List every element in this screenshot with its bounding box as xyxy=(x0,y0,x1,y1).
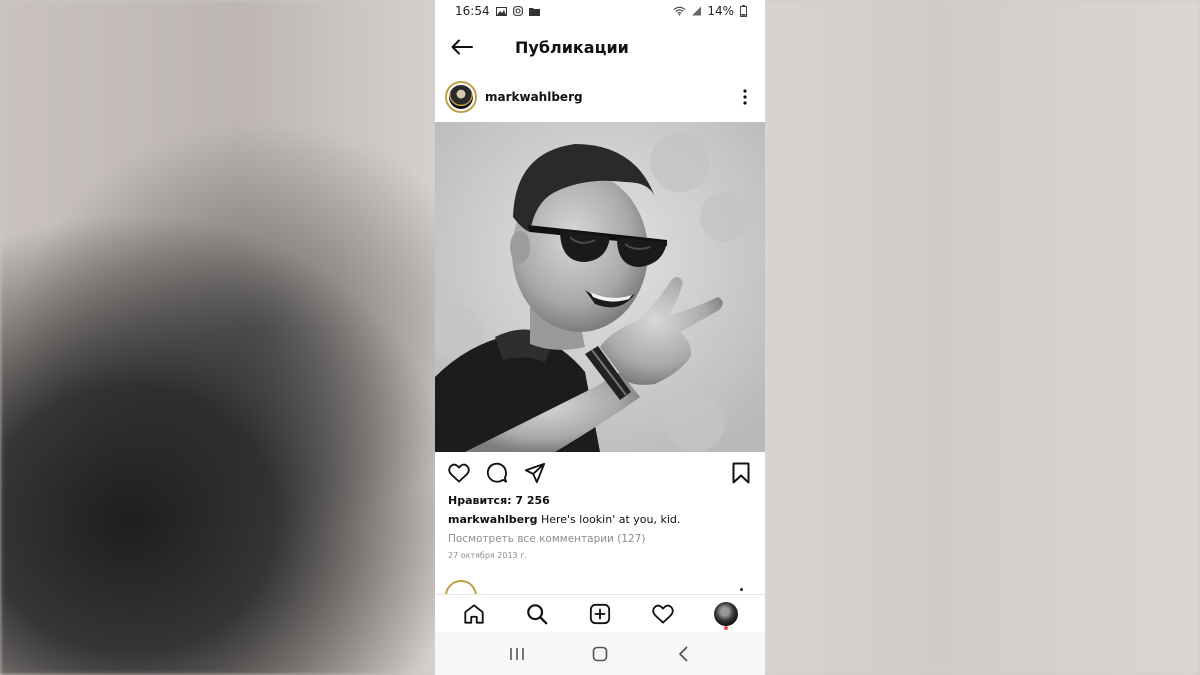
post-caption: markwahlberg Here's lookin' at you, kid. xyxy=(435,513,765,526)
next-post-more-icon xyxy=(740,588,743,591)
photo-illustration xyxy=(435,122,765,452)
caption-username[interactable]: markwahlberg xyxy=(448,513,537,526)
save-button[interactable] xyxy=(729,461,753,485)
nav-home-button[interactable] xyxy=(459,599,489,629)
comment-icon xyxy=(486,462,508,483)
comment-button[interactable] xyxy=(485,461,509,485)
like-button[interactable] xyxy=(447,461,471,485)
notification-dot xyxy=(723,625,728,630)
wifi-icon xyxy=(673,6,686,16)
home-icon xyxy=(464,603,485,624)
gallery-icon xyxy=(495,6,507,16)
chevron-left-icon xyxy=(679,646,688,661)
nav-profile-button[interactable] xyxy=(711,599,741,630)
back-system-button[interactable] xyxy=(668,639,698,669)
new-post-icon xyxy=(589,603,611,624)
profile-avatar xyxy=(713,601,738,626)
home-system-button[interactable] xyxy=(585,639,615,669)
nav-new-post-button[interactable] xyxy=(585,599,615,629)
share-button[interactable] xyxy=(523,461,547,485)
back-button[interactable] xyxy=(449,34,475,60)
heart-icon xyxy=(448,463,470,483)
nav-search-button[interactable] xyxy=(522,599,552,629)
next-post-peek xyxy=(445,580,755,594)
post-header: markwahlberg xyxy=(435,72,765,122)
post-date: 27 октября 2013 г. xyxy=(448,551,527,560)
likes-count[interactable]: Нравится: 7 256 xyxy=(435,494,765,507)
folder-icon xyxy=(528,7,540,16)
battery-percent: 14% xyxy=(707,4,734,18)
activity-heart-icon xyxy=(652,604,674,624)
system-navigation-bar xyxy=(435,632,765,675)
avatar[interactable] xyxy=(445,81,477,113)
arrow-left-icon xyxy=(451,39,473,55)
post-image[interactable] xyxy=(435,122,765,452)
top-bar: Публикации xyxy=(435,22,765,72)
status-time: 16:54 xyxy=(455,4,490,18)
instagram-icon xyxy=(512,6,523,16)
recent-apps-button[interactable] xyxy=(502,639,532,669)
status-bar: 16:54 14% xyxy=(435,0,765,22)
signal-icon xyxy=(692,6,702,16)
phone-screen: 16:54 14% Публикации markwahlberg Нравит… xyxy=(435,0,765,675)
page-title: Публикации xyxy=(515,37,629,57)
next-post-avatar[interactable] xyxy=(445,580,477,594)
home-square-icon xyxy=(592,646,608,661)
recent-apps-icon xyxy=(509,647,524,660)
caption-text: Here's lookin' at you, kid. xyxy=(537,513,681,526)
bottom-navigation xyxy=(435,594,765,632)
more-options-button[interactable] xyxy=(735,85,755,109)
more-vertical-icon xyxy=(743,89,747,105)
battery-icon xyxy=(740,5,747,17)
search-icon xyxy=(527,603,548,624)
bookmark-icon xyxy=(732,462,750,484)
nav-activity-button[interactable] xyxy=(648,599,678,629)
post-actions xyxy=(435,452,765,494)
send-icon xyxy=(524,462,546,484)
view-comments-link[interactable]: Посмотреть все комментарии (127) xyxy=(435,533,765,545)
post-username[interactable]: markwahlberg xyxy=(485,90,583,104)
